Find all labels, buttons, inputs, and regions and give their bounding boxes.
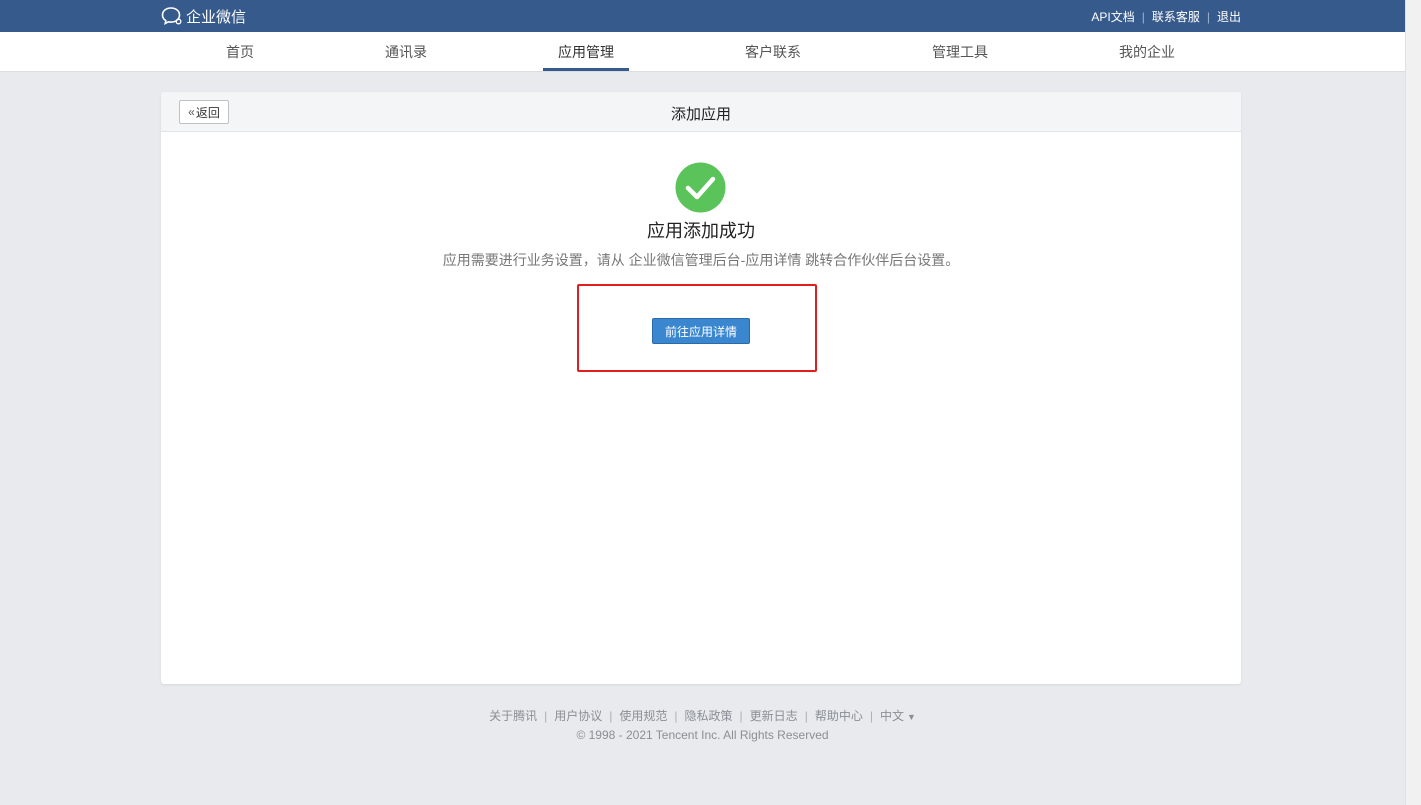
nav-item-customer-contact[interactable]: 客户联系: [738, 32, 808, 72]
divider: |: [544, 709, 548, 723]
add-app-panel: « 返回 添加应用 应用添加成功 应用需要进行业务设置，请从 企业微信管理后台-…: [161, 92, 1241, 684]
nav-item-home[interactable]: 首页: [212, 32, 268, 72]
main-nav: 首页 通讯录 应用管理 客户联系 管理工具 我的企业: [0, 32, 1405, 72]
copyright: © 1998 - 2021 Tencent Inc. All Rights Re…: [576, 728, 829, 742]
top-links: API文档 | 联系客服 | 退出: [1091, 8, 1241, 25]
top-bar: 企业微信 API文档 | 联系客服 | 退出: [0, 0, 1405, 32]
success-title: 应用添加成功: [647, 221, 755, 241]
api-docs-link[interactable]: API文档: [1091, 8, 1134, 25]
footer-link-usage-rules[interactable]: 使用规范: [619, 709, 667, 723]
chat-bubble-icon: [161, 7, 182, 26]
divider: |: [739, 709, 743, 723]
nav-item-contacts[interactable]: 通讯录: [378, 32, 434, 72]
success-description: 应用需要进行业务设置，请从 企业微信管理后台-应用详情 跳转合作伙伴后台设置。: [442, 252, 960, 268]
footer-link-user-agreement[interactable]: 用户协议: [554, 709, 602, 723]
divider: |: [804, 709, 808, 723]
nav-item-my-enterprise[interactable]: 我的企业: [1112, 32, 1182, 72]
contact-support-link[interactable]: 联系客服: [1152, 8, 1200, 25]
highlight-annotation: [577, 284, 817, 372]
divider: |: [609, 709, 613, 723]
panel-title: 添加应用: [670, 106, 731, 123]
nav-item-admin-tools[interactable]: 管理工具: [925, 32, 995, 72]
divider: |: [674, 709, 678, 723]
logout-link[interactable]: 退出: [1217, 8, 1241, 25]
divider: |: [1141, 9, 1145, 24]
brand-name: 企业微信: [186, 8, 247, 26]
scrollbar[interactable]: [1405, 0, 1421, 805]
panel-header: « 返回 添加应用: [161, 92, 1241, 132]
footer-link-about[interactable]: 关于腾讯: [489, 709, 537, 723]
footer-links: 关于腾讯 | 用户协议 | 使用规范 | 隐私政策 | 更新日志 | 帮助中心 | 中文 ▼: [0, 707, 1405, 724]
nav-item-app-management[interactable]: 应用管理: [543, 32, 629, 72]
language-label: 中文: [879, 709, 904, 723]
brand-logo[interactable]: 企业微信: [161, 6, 246, 26]
caret-down-icon: ▼: [906, 712, 916, 722]
check-circle-icon: [675, 162, 726, 213]
footer-link-changelog[interactable]: 更新日志: [750, 709, 798, 723]
divider: |: [1206, 9, 1210, 24]
footer-link-privacy[interactable]: 隐私政策: [685, 709, 733, 723]
divider: |: [869, 709, 873, 723]
language-selector[interactable]: 中文 ▼: [880, 709, 916, 723]
footer-link-help-center[interactable]: 帮助中心: [815, 709, 863, 723]
